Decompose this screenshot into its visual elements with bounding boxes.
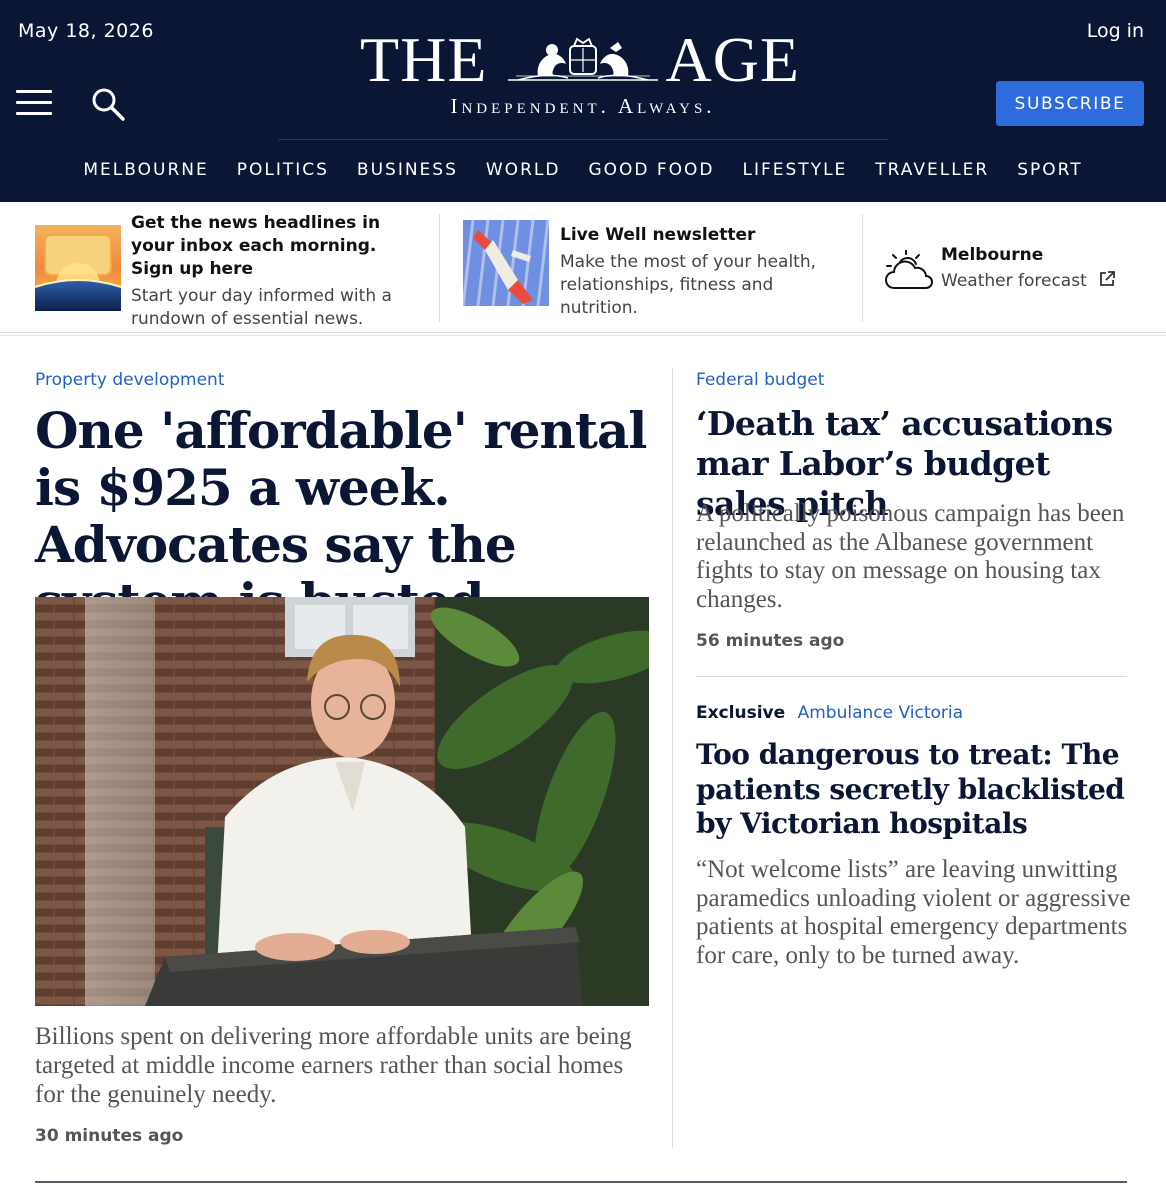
sunrise-thumbnail [35, 225, 121, 311]
external-link-icon [1100, 271, 1116, 286]
tagline: Independent. Always. [450, 94, 716, 118]
crest-icon [508, 37, 658, 81]
lead-summary: Billions spent on delivering more afford… [35, 1023, 632, 1108]
column-divider [672, 368, 673, 1148]
weather-forecast-link[interactable]: Weather forecast [941, 271, 1087, 291]
promo-divider-lower [0, 335, 1166, 336]
promo-divider [862, 214, 863, 322]
weather-widget[interactable]: Melbourne Weather forecast [882, 212, 1132, 322]
side1-kicker[interactable]: Federal budget [696, 370, 824, 390]
masthead: May 18, 2026 Log in THE AGE Independent.… [0, 0, 1166, 202]
weather-location: Melbourne [941, 245, 1044, 265]
side2-summary: “Not welcome lists” are leaving unwittin… [696, 856, 1131, 969]
section-bottom-rule [35, 1181, 1127, 1183]
nav-traveller[interactable]: TRAVELLER [875, 160, 989, 180]
site-logo[interactable]: THE AGE [360, 24, 800, 95]
nav-good-food[interactable]: GOOD FOOD [588, 160, 714, 180]
nav-sport[interactable]: SPORT [1017, 160, 1082, 180]
lead-photo[interactable] [35, 597, 649, 1006]
nav-lifestyle[interactable]: LIFESTYLE [743, 160, 848, 180]
logo-age: AGE [665, 24, 800, 95]
nav-world[interactable]: WORLD [486, 160, 561, 180]
subscribe-button[interactable]: SUBSCRIBE [996, 81, 1144, 126]
current-date: May 18, 2026 [18, 20, 154, 42]
nav-business[interactable]: BUSINESS [357, 160, 458, 180]
lead-headline[interactable]: One 'affordable' rental is $925 a week. … [35, 402, 663, 630]
section-nav: MELBOURNE POLITICS BUSINESS WORLD GOOD F… [0, 160, 1166, 180]
article-divider [696, 676, 1127, 677]
promo-divider [439, 214, 440, 322]
logo-the: THE [360, 24, 488, 95]
nav-melbourne[interactable]: MELBOURNE [83, 160, 208, 180]
side1-summary: A politically poisonous campaign has bee… [696, 500, 1125, 613]
nav-politics[interactable]: POLITICS [237, 160, 329, 180]
livewell-thumbnail [463, 220, 549, 306]
promo-strip: Get the news headlines in your inbox eac… [0, 202, 1166, 333]
side2-kicker[interactable]: Ambulance Victoria [798, 703, 963, 723]
login-link[interactable]: Log in [1087, 20, 1144, 42]
morning-newsletter-title: Get the news headlines in your inbox eac… [131, 213, 381, 279]
morning-newsletter-promo[interactable]: Get the news headlines in your inbox eac… [35, 212, 415, 329]
livewell-title: Live Well newsletter [560, 225, 756, 245]
lead-timestamp: 30 minutes ago [35, 1126, 184, 1146]
livewell-desc: Make the most of your health, relationsh… [560, 252, 817, 318]
morning-newsletter-desc: Start your day informed with a rundown o… [131, 286, 392, 329]
livewell-newsletter-promo[interactable]: Live Well newsletter Make the most of yo… [463, 212, 843, 322]
side1-timestamp: 56 minutes ago [696, 631, 845, 651]
exclusive-label: Exclusive [696, 703, 786, 723]
weather-cloud-sun-icon [885, 250, 933, 289]
lead-kicker[interactable]: Property development [35, 370, 224, 390]
masthead-divider [278, 139, 888, 140]
side2-headline[interactable]: Too dangerous to treat: The patients sec… [696, 738, 1136, 842]
